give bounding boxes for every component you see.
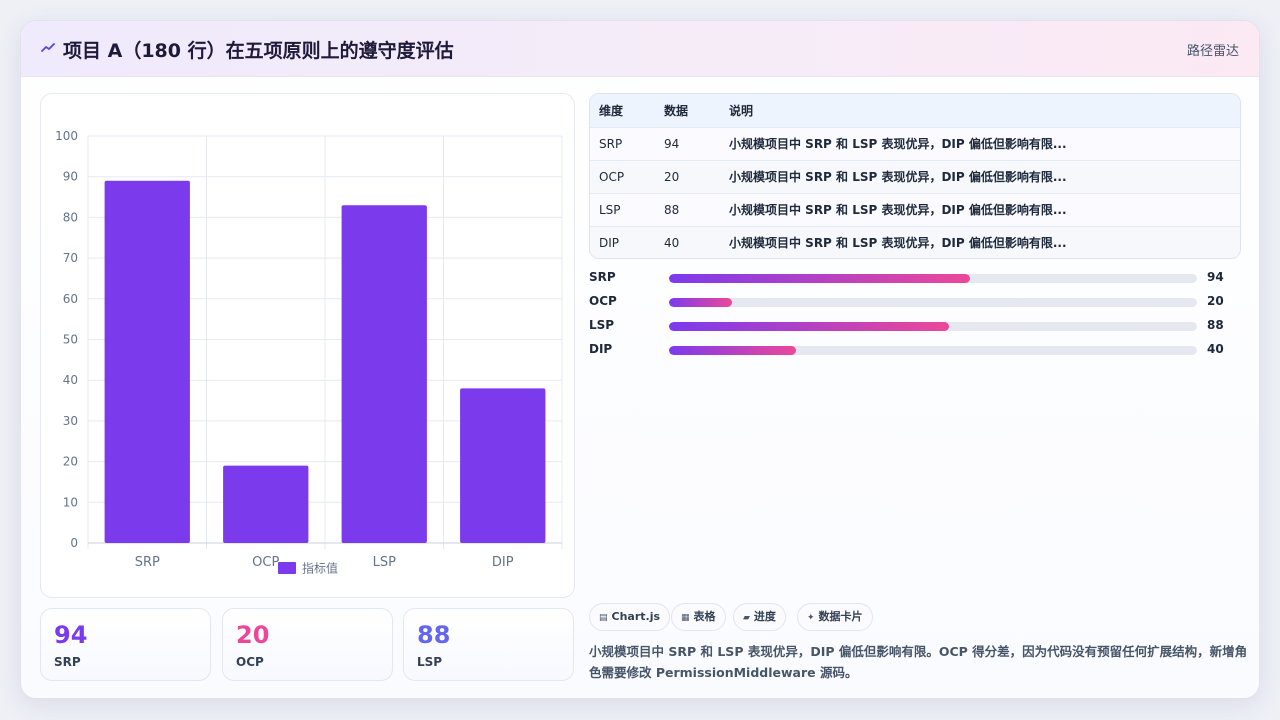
trend-icon (41, 43, 55, 52)
progress-track (669, 298, 1197, 307)
kpi-label: SRP (54, 655, 81, 669)
y-tick-label: 50 (63, 333, 78, 347)
x-tick-label: DIP (492, 555, 514, 570)
progress-label: DIP (589, 342, 613, 356)
column-header: 数据 (664, 103, 689, 118)
x-tick-label: OCP (252, 555, 279, 570)
kpi-card-lsp: 88 LSP (403, 608, 574, 681)
y-tick-label: 90 (63, 170, 78, 184)
progress-fill (669, 274, 970, 283)
table-cell: SRP (599, 136, 623, 151)
table-row: LSP 88 小规模项目中 SRP 和 LSP 表现优异，DIP 偏低但影响有限… (590, 193, 1240, 226)
y-tick-label: 10 (63, 495, 78, 509)
progress-value: 88 (1207, 318, 1224, 332)
header: 项目 A（180 行）在五项原则上的遵守度评估 路径雷达 (21, 21, 1259, 77)
progress-row-dip: DIP 40 (589, 342, 1241, 358)
progress-row-srp: SRP 94 (589, 270, 1241, 286)
y-tick-label: 70 (63, 251, 78, 265)
kpi-value: 20 (236, 621, 270, 649)
sparkle-icon: ✦ (807, 613, 815, 623)
chip-table[interactable]: ▦ 表格 (671, 603, 726, 631)
table-cell: 小规模项目中 SRP 和 LSP 表现优异，DIP 偏低但影响有限... (729, 137, 1067, 151)
chip-label: 进度 (753, 610, 776, 623)
chip-label: 数据卡片 (818, 610, 863, 623)
progress-fill (669, 322, 949, 331)
x-tick-label: SRP (135, 555, 160, 570)
progress-label: SRP (589, 270, 616, 284)
kpi-card-ocp: 20 OCP (222, 608, 393, 681)
bar-chart: 0 10 20 30 40 50 60 70 80 90 100 SRP OCP LSP DIP 指标值 (55, 129, 563, 576)
summary-text: 小规模项目中 SRP 和 LSP 表现优异，DIP 偏低但影响有限。OCP 得分… (589, 644, 1248, 680)
kpi-label: OCP (236, 655, 264, 669)
report-card: 项目 A（180 行）在五项原则上的遵守度评估 路径雷达 0 10 20 30 40 50… (20, 20, 1260, 699)
chip-progress[interactable]: ▰ 进度 (733, 603, 786, 631)
progress-fill (669, 298, 733, 307)
table-header-row: 维度 数据 说明 (590, 94, 1240, 127)
table-row: OCP 20 小规模项目中 SRP 和 LSP 表现优异，DIP 偏低但影响有限… (590, 160, 1240, 193)
table-cell: 小规模项目中 SRP 和 LSP 表现优异，DIP 偏低但影响有限... (729, 236, 1067, 251)
table-cell: LSP (599, 202, 621, 217)
kpi-card-srp: 94 SRP (40, 608, 211, 681)
chip-data-card[interactable]: ✦ 数据卡片 (797, 603, 873, 631)
table-cell: 88 (664, 202, 680, 217)
progress-label: LSP (589, 318, 615, 332)
table-row: SRP 94 小规模项目中 SRP 和 LSP 表现优异，DIP 偏低但影响有限… (590, 127, 1240, 160)
page-title: 项目 A（180 行）在五项原则上的遵守度评估 (63, 40, 454, 62)
progress-fill (669, 346, 796, 355)
y-tick-label: 40 (63, 373, 78, 387)
progress-row-lsp: LSP 88 (589, 318, 1241, 334)
chip-label: Chart.js (611, 610, 661, 623)
x-tick-label: LSP (373, 555, 396, 570)
bar-srp (104, 180, 190, 543)
progress-icon: ▰ (743, 613, 750, 623)
table-row: DIP 40 小规模项目中 SRP 和 LSP 表现优异，DIP 偏低但影响有限… (590, 226, 1240, 258)
progress-value: 20 (1207, 294, 1224, 308)
column-header: 说明 (729, 103, 754, 118)
table-cell: 40 (664, 235, 680, 250)
y-tick-label: 100 (55, 129, 78, 143)
progress-track (669, 274, 1197, 283)
progress-label: OCP (589, 294, 617, 308)
header-tag: 路径雷达 (1186, 44, 1239, 59)
column-header: 维度 (599, 103, 624, 118)
table-cell: DIP (599, 235, 620, 250)
progress-track (669, 322, 1197, 331)
progress-value: 40 (1207, 342, 1224, 356)
progress-value: 94 (1207, 270, 1224, 284)
table-cell: 94 (664, 136, 680, 151)
table-cell: 小规模项目中 SRP 和 LSP 表现优异，DIP 偏低但影响有限... (729, 203, 1067, 217)
legend-swatch (278, 562, 296, 574)
progress-track (669, 346, 1197, 355)
chip-label: 表格 (693, 610, 716, 623)
table-cell: 小规模项目中 SRP 和 LSP 表现优异，DIP 偏低但影响有限... (729, 170, 1067, 184)
y-tick-label: 60 (63, 292, 78, 306)
y-tick-label: 20 (63, 455, 78, 469)
table-icon: ▦ (681, 613, 690, 623)
bar-dip (460, 388, 546, 543)
data-table: 维度 数据 说明 SRP 94 小规模项目中 SRP 和 LSP 表现优异，DI… (589, 93, 1241, 259)
bar-chart-panel: 0 10 20 30 40 50 60 70 80 90 100 SRP OCP LSP DIP 指标值 (40, 93, 575, 598)
kpi-label: LSP (417, 655, 443, 669)
kpi-value: 88 (417, 621, 451, 649)
legend-label: 指标值 (302, 561, 338, 576)
table-cell: OCP (599, 169, 625, 184)
y-tick-label: 80 (63, 210, 78, 224)
y-tick-label: 0 (70, 536, 78, 550)
chip-chartjs[interactable]: ▤ Chart.js (589, 603, 671, 631)
bar-ocp (223, 465, 309, 543)
y-tick-label: 30 (63, 414, 78, 428)
bar-lsp (341, 205, 427, 543)
progress-row-ocp: OCP 20 (589, 294, 1241, 310)
kpi-value: 94 (54, 621, 88, 649)
table-cell: 20 (664, 169, 680, 184)
chart-icon: ▤ (599, 613, 608, 623)
